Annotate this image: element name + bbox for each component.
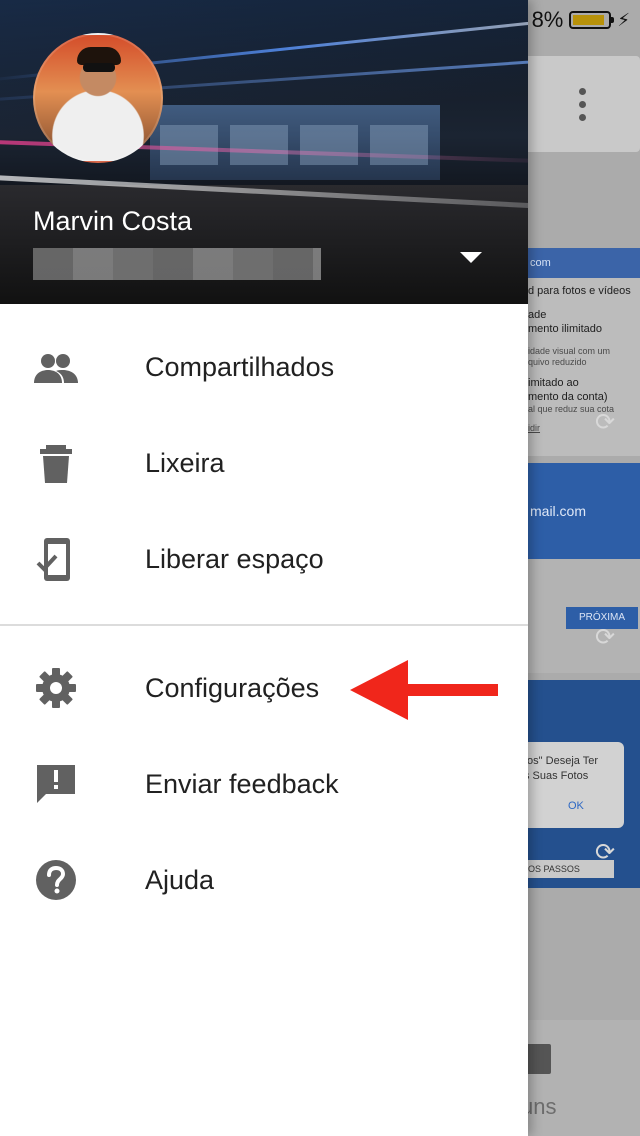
header-building — [150, 105, 440, 180]
menu-item-ajuda[interactable]: Ajuda — [0, 832, 528, 928]
account-name: Marvin Costa — [33, 206, 193, 236]
sunglasses-icon — [83, 63, 115, 72]
battery-percentage: 8% — [531, 7, 564, 32]
menu-item-label: Liberar espaço — [145, 544, 324, 574]
background-card-storage: com d para fotos e vídeos ade mento ilim… — [510, 248, 640, 456]
menu-group-primary: Compartilhados Lixeira Liberar espaço — [0, 319, 528, 607]
sync-icon: ⟳ — [594, 624, 616, 651]
menu-item-label: Lixeira — [145, 448, 225, 478]
menu-item-enviar-feedback[interactable]: Enviar feedback — [0, 736, 528, 832]
card-line: mento ilimitado — [528, 323, 602, 335]
menu-item-label: Enviar feedback — [145, 769, 339, 799]
dialog-ok-button: OK — [568, 800, 584, 812]
card-link: idir — [528, 423, 541, 433]
sync-icon: ⟳ — [594, 839, 616, 866]
card-line: d para fotos e vídeos — [528, 285, 631, 297]
battery-icon — [569, 11, 615, 29]
menu-item-label: Configurações — [145, 673, 320, 703]
card-small-line: quivo reduzido — [528, 357, 587, 367]
annotation-arrow-icon — [350, 660, 498, 720]
status-bar: 8% ⚡ — [532, 0, 640, 40]
menu-item-compartilhados[interactable]: Compartilhados — [0, 319, 528, 415]
menu-item-label: Compartilhados — [145, 352, 335, 382]
card-line: ade — [528, 309, 547, 321]
dialog-text: tos" Deseja Ter — [524, 755, 599, 767]
background-card-account: mail.com PRÓXIMA ⟳ — [510, 463, 640, 673]
menu-item-label: Ajuda — [145, 865, 215, 895]
phone-check-icon — [34, 537, 78, 581]
card-header: com — [510, 248, 640, 278]
background-card-photos: tos" Deseja Ter s Suas Fotos OK OS PASSO… — [510, 680, 640, 888]
avatar[interactable] — [33, 33, 163, 163]
account-email-redacted — [33, 248, 321, 280]
charging-icon: ⚡ — [617, 9, 630, 30]
trash-icon — [34, 441, 78, 485]
card-line: imitado ao — [528, 377, 579, 389]
help-icon — [34, 858, 78, 902]
navigation-drawer: Marvin Costa Compartilhados Lixeira Libe… — [0, 0, 528, 1136]
account-header: Marvin Costa — [0, 0, 528, 304]
menu-item-lixeira[interactable]: Lixeira — [0, 415, 528, 511]
card-email: mail.com — [510, 463, 640, 559]
menu-item-liberar-espaco[interactable]: Liberar espaço — [0, 511, 528, 607]
menu-divider — [0, 624, 528, 626]
dialog-text: s Suas Fotos — [524, 770, 589, 782]
albums-icon — [525, 1044, 551, 1074]
card-line: mento da conta) — [528, 391, 608, 403]
gear-icon — [34, 666, 78, 710]
card-small-line: al que reduz sua cota — [528, 404, 615, 414]
card-small-line: idade visual com um — [528, 346, 611, 356]
feedback-icon — [34, 762, 78, 806]
sync-icon: ⟳ — [594, 409, 616, 436]
overflow-menu-icon — [576, 88, 588, 124]
people-icon — [34, 345, 78, 389]
account-switcher-arrow-icon[interactable] — [460, 252, 482, 263]
